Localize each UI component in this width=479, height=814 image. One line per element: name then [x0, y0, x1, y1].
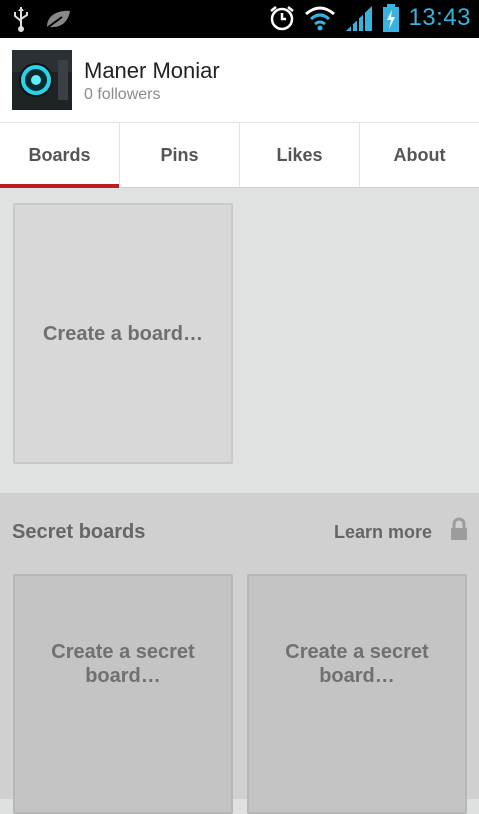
learn-more-link[interactable]: Learn more [334, 522, 432, 543]
profile-tabs: Boards Pins Likes About [0, 123, 479, 188]
tab-about[interactable]: About [360, 123, 479, 187]
status-time: 13:43 [408, 4, 471, 31]
signal-icon [344, 4, 374, 32]
boards-section: Create a board… [0, 188, 479, 493]
avatar[interactable] [12, 50, 72, 110]
secret-boards-section: Secret boards Learn more Create a secret… [0, 493, 479, 814]
lock-icon [450, 517, 468, 541]
tab-pins[interactable]: Pins [120, 123, 240, 187]
create-secret-board-card[interactable]: Create a secret board… [247, 574, 467, 814]
profile-header: Maner Moniar 0 followers [0, 38, 479, 123]
tab-boards[interactable]: Boards [0, 123, 120, 188]
wifi-icon [304, 5, 336, 31]
followers-count[interactable]: 0 followers [84, 86, 160, 104]
create-board-card[interactable]: Create a board… [13, 203, 233, 464]
leaf-icon [44, 7, 72, 31]
create-secret-board-card[interactable]: Create a secret board… [13, 574, 233, 814]
secret-boards-title: Secret boards [12, 521, 146, 543]
alarm-icon [268, 4, 296, 32]
usb-icon [12, 5, 30, 33]
tab-likes[interactable]: Likes [240, 123, 360, 187]
status-bar: 13:43 [0, 0, 479, 38]
profile-name: Maner Moniar [84, 58, 220, 83]
battery-charging-icon [382, 3, 400, 33]
